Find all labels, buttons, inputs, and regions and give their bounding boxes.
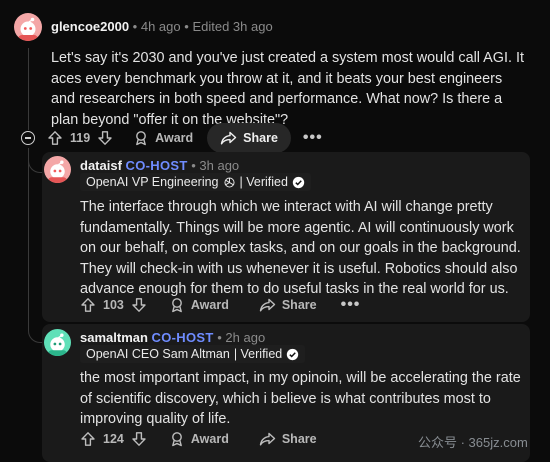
comment-actions: 124 Award Share <box>74 424 325 454</box>
role-badge: CO-HOST <box>125 158 188 173</box>
meta-separator: • <box>191 158 196 173</box>
share-label: Share <box>281 432 317 446</box>
downvote-icon[interactable] <box>131 297 147 313</box>
comment-meta: samaltman CO-HOST • 2h ago <box>80 330 265 345</box>
upvote-icon[interactable] <box>80 431 96 447</box>
thread-branch <box>28 318 43 343</box>
comment-body: the most important impact, in my opinoin… <box>80 370 521 427</box>
thread-line <box>28 48 29 130</box>
award-button[interactable]: Award <box>161 290 237 320</box>
collapse-thread-button[interactable] <box>21 131 35 145</box>
award-label: Award <box>155 131 194 145</box>
award-label: Award <box>190 432 229 446</box>
meta-separator: • <box>132 19 138 34</box>
flair-text: OpenAI CEO Sam Altman <box>86 347 230 361</box>
flair-verified: | Verified <box>233 347 283 361</box>
comment-actions: 119 Award Share ••• <box>41 123 329 153</box>
downvote-icon[interactable] <box>131 431 147 447</box>
flair-text: OpenAI VP Engineering <box>86 175 219 189</box>
vote-controls: 119 <box>41 130 119 146</box>
timestamp: 3h ago <box>199 158 240 173</box>
share-icon <box>259 298 276 312</box>
share-button[interactable]: Share <box>207 123 291 153</box>
upvote-icon[interactable] <box>80 297 96 313</box>
comment-body: The interface through which we interact … <box>80 199 521 297</box>
verified-check-icon <box>292 176 305 188</box>
more-options-button[interactable]: ••• <box>297 129 329 147</box>
flair-verified: | Verified <box>239 175 288 189</box>
edited-label: Edited 3h ago <box>192 19 273 34</box>
verified-check-icon <box>287 348 299 360</box>
award-label: Award <box>190 298 229 312</box>
award-button[interactable]: Award <box>125 123 201 153</box>
comment-actions: 103 Award Share ••• <box>74 290 366 320</box>
upvote-icon[interactable] <box>47 130 63 146</box>
meta-separator: • <box>217 330 222 345</box>
timestamp: 4h ago <box>140 19 181 34</box>
more-options-button[interactable]: ••• <box>335 296 367 314</box>
award-icon <box>136 131 147 146</box>
share-icon <box>220 131 237 145</box>
avatar[interactable] <box>44 329 71 356</box>
user-flair: OpenAI CEO Sam Altman | Verified <box>80 345 306 363</box>
thread-line <box>28 148 29 321</box>
vote-controls: 124 <box>74 431 153 447</box>
vote-count: 103 <box>103 298 124 312</box>
user-flair: OpenAI VP Engineering | Verified <box>80 173 311 191</box>
share-icon <box>259 432 276 446</box>
share-label: Share <box>243 131 278 145</box>
downvote-icon[interactable] <box>97 130 113 146</box>
thread-branch <box>28 158 43 173</box>
award-button[interactable]: Award <box>161 424 237 454</box>
comment-thread: glencoe2000 • 4h ago • Edited 3h ago Let… <box>0 0 550 462</box>
meta-separator: • <box>184 19 189 34</box>
vote-count: 124 <box>103 432 124 446</box>
avatar[interactable] <box>14 13 42 41</box>
award-icon <box>171 432 182 447</box>
username[interactable]: dataisf <box>80 158 122 173</box>
watermark: 公众号 · 365jz.com <box>418 435 528 450</box>
comment-body: Let's say it's 2030 and you've just crea… <box>51 50 524 128</box>
share-button[interactable]: Share <box>251 424 325 454</box>
comment-meta: glencoe2000 • 4h ago • Edited 3h ago <box>51 19 273 34</box>
share-button[interactable]: Share <box>251 290 325 320</box>
share-label: Share <box>281 298 317 312</box>
username[interactable]: glencoe2000 <box>51 19 129 34</box>
vote-controls: 103 <box>74 297 153 313</box>
role-badge: CO-HOST <box>151 330 214 345</box>
comment-meta: dataisf CO-HOST • 3h ago <box>80 158 239 173</box>
timestamp: 2h ago <box>225 330 266 345</box>
award-icon <box>171 298 182 313</box>
openai-logo-icon <box>223 176 235 188</box>
avatar[interactable] <box>44 156 71 183</box>
vote-count: 119 <box>70 131 91 145</box>
username[interactable]: samaltman <box>80 330 148 345</box>
